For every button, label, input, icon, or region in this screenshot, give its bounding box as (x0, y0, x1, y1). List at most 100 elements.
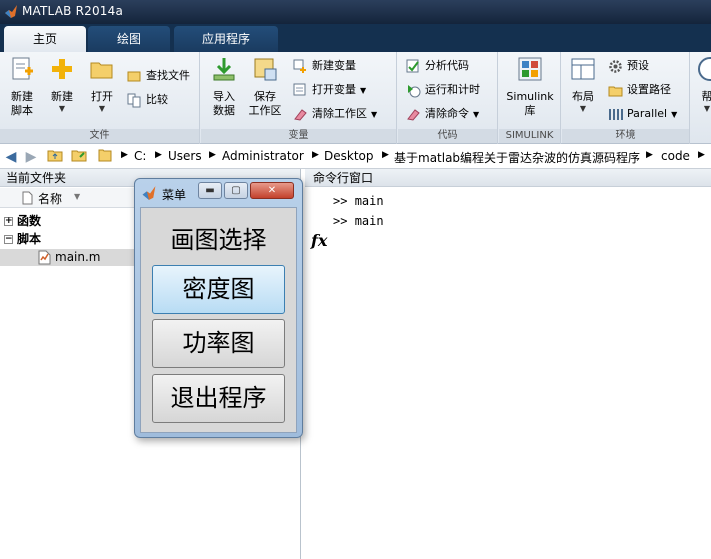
chevron-down-icon: ▼ (703, 104, 711, 113)
dialog-heading: 画图选择 (170, 226, 267, 254)
help-icon (698, 57, 711, 81)
tab-home[interactable]: 主页 (4, 26, 86, 52)
compare-label: 比较 (146, 93, 168, 106)
chevron-down-icon: ▼ (98, 104, 106, 113)
dialog-title: 菜单 (162, 188, 187, 202)
prompt: >> (333, 214, 348, 228)
open-button[interactable]: 打开 ▼ (84, 56, 120, 114)
open-label: 打开 (91, 90, 113, 103)
minimize-button[interactable]: ▬ (198, 182, 222, 199)
layout-label: 布局 (572, 90, 594, 103)
clear-workspace-button[interactable]: 清除工作区 ▼ (293, 104, 377, 124)
ribbon-section-code: 分析代码 运行和计时 清除命令 ▼ 代码 (398, 52, 498, 144)
set-path-button[interactable]: 设置路径 (608, 80, 671, 100)
section-label-simulink: SIMULINK (499, 129, 560, 143)
breadcrumb-c[interactable]: C: (134, 149, 146, 163)
path-separator-icon: ▶ (698, 150, 705, 160)
menu-dialog: 菜单 ▬ ▢ ✕ 画图选择 密度图 功率图 退出程序 (134, 178, 303, 438)
parallel-button[interactable]: Parallel ▼ (608, 104, 677, 124)
command-text: main (354, 194, 384, 208)
folder-open-icon (90, 62, 113, 79)
help-button[interactable]: 帮 ▼ (697, 56, 711, 114)
help-label: 帮 (701, 90, 711, 103)
ribbon-section-help: 帮 ▼ (691, 52, 711, 144)
import-data-button[interactable]: 导入 数据 (207, 56, 241, 118)
chevron-down-icon: ▼ (671, 110, 678, 119)
open-variable-button[interactable]: 打开变量 ▼ (293, 80, 366, 100)
analyze-code-button[interactable]: 分析代码 (406, 56, 469, 76)
simulink-library-button[interactable]: Simulink 库 (503, 56, 557, 118)
matlab-logo-icon (142, 186, 156, 200)
breadcrumb-users[interactable]: Users (168, 149, 202, 163)
prompt: >> (333, 194, 348, 208)
command-history-line: >> main (333, 194, 384, 208)
breadcrumb-desktop[interactable]: Desktop (324, 149, 374, 163)
ribbon: 新建 脚本 新建 ▼ 打开 ▼ 查找文件 比较 文件 导入 数据 保存 工作区 … (0, 52, 711, 144)
browse-folder-icon[interactable] (70, 148, 88, 166)
chevron-down-icon: ▼ (473, 110, 480, 119)
find-files-icon (127, 71, 141, 81)
command-text: main (354, 214, 384, 228)
breadcrumb-project-folder[interactable]: 基于matlab编程关于雷达杂波的仿真源码程序 (394, 149, 640, 166)
chevron-down-icon: ▼ (360, 86, 367, 95)
tab-plots[interactable]: 绘图 (88, 26, 170, 52)
open-variable-icon (293, 83, 306, 95)
ribbon-section-file: 新建 脚本 新建 ▼ 打开 ▼ 查找文件 比较 文件 (0, 52, 200, 144)
file-type-column-icon (22, 191, 33, 205)
path-separator-icon: ▶ (209, 150, 216, 160)
path-separator-icon: ▶ (312, 150, 319, 160)
command-history-line: >> main (333, 214, 384, 228)
forward-arrow-icon[interactable]: ▶ (22, 148, 40, 166)
command-window-title: 命令行窗口 (305, 169, 711, 187)
collapse-icon[interactable]: − (4, 235, 13, 244)
sort-down-icon: ▼ (74, 192, 81, 201)
path-separator-icon: ▶ (155, 150, 162, 160)
set-path-icon (608, 86, 623, 96)
path-separator-icon: ▶ (382, 150, 389, 160)
save-workspace-button[interactable]: 保存 工作区 (245, 56, 285, 118)
find-files-label: 查找文件 (146, 69, 190, 82)
expand-icon[interactable]: + (4, 217, 13, 226)
breadcrumb-code[interactable]: code (661, 149, 690, 163)
exit-program-button[interactable]: 退出程序 (152, 374, 285, 423)
maximize-button[interactable]: ▢ (224, 182, 248, 199)
new-script-button[interactable]: 新建 脚本 (4, 56, 40, 118)
new-script-label: 新建 脚本 (11, 90, 33, 117)
simulink-library-label: Simulink 库 (506, 90, 554, 117)
chevron-down-icon: ▼ (579, 104, 587, 113)
back-arrow-icon[interactable]: ◀ (2, 148, 20, 166)
preferences-button[interactable]: 预设 (608, 56, 649, 76)
plus-icon (52, 59, 72, 79)
density-plot-button[interactable]: 密度图 (152, 265, 285, 314)
chevron-down-icon: ▼ (371, 110, 378, 119)
ribbon-section-environment: 布局 ▼ 预设 设置路径 Parallel ▼ 环境 (562, 52, 690, 144)
new-variable-button[interactable]: 新建变量 (293, 56, 356, 76)
name-column-header[interactable]: 名称 (38, 190, 62, 207)
new-variable-icon (293, 59, 306, 73)
compare-button[interactable]: 比较 (127, 90, 168, 110)
path-separator-icon: ▶ (121, 150, 128, 160)
clear-commands-icon (407, 108, 420, 121)
layout-button[interactable]: 布局 ▼ (566, 56, 600, 114)
command-window-panel: 命令行窗口 >> main >> main fx (305, 169, 711, 559)
close-button[interactable]: ✕ (250, 182, 294, 199)
up-folder-icon[interactable] (46, 148, 64, 166)
clear-commands-button[interactable]: 清除命令 ▼ (406, 104, 479, 124)
import-data-icon (213, 58, 235, 81)
find-files-button[interactable]: 查找文件 (127, 66, 190, 86)
tab-apps[interactable]: 应用程序 (174, 26, 278, 52)
breadcrumb-administrator[interactable]: Administrator (222, 149, 304, 163)
new-button[interactable]: 新建 ▼ (44, 56, 80, 114)
ribbon-section-simulink: Simulink 库 SIMULINK (499, 52, 561, 144)
file-name: main.m (55, 250, 101, 264)
m-file-icon (38, 250, 51, 265)
run-and-time-label: 运行和计时 (425, 83, 480, 96)
import-data-label: 导入 数据 (213, 90, 235, 117)
fx-icon[interactable]: fx (311, 231, 327, 250)
title-bar: MATLAB R2014a (0, 0, 711, 24)
new-label: 新建 (51, 90, 73, 103)
preferences-label: 预设 (627, 59, 649, 72)
power-plot-button[interactable]: 功率图 (152, 319, 285, 368)
ribbon-section-variable: 导入 数据 保存 工作区 新建变量 打开变量 ▼ 清除工作区 ▼ 变量 (201, 52, 397, 144)
run-and-time-button[interactable]: 运行和计时 (406, 80, 480, 100)
